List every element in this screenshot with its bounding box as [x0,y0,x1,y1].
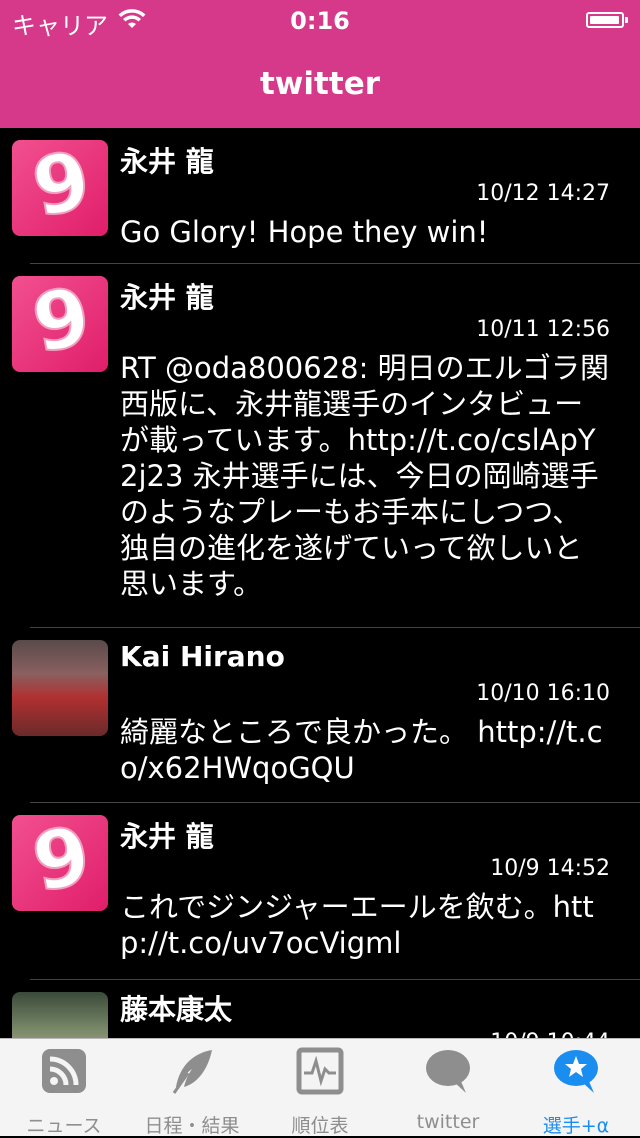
tab-label: 日程・結果 [144,1115,240,1137]
tab-label: 選手+α [542,1115,610,1137]
ryo-9-icon: 9 [12,815,108,911]
player-photo [12,992,108,1038]
tab-label: ニュース [26,1115,102,1137]
divider [30,627,640,628]
tweet-text: Go Glory! Hope they win! [120,215,489,249]
star-bubble-icon [552,1047,600,1095]
tweet-author: Kai Hirano [120,640,285,673]
tweet-date: 10/9 10:44 [490,1030,610,1038]
svg-text:9: 9 [26,140,97,235]
tab-schedule[interactable]: 日程・結果 [128,1039,256,1137]
tweet-author: 永井 龍 [120,281,214,314]
tab-label: 順位表 [291,1115,349,1137]
rss-icon [40,1047,88,1095]
svg-text:9: 9 [26,276,97,371]
status-bar: キャリア 0:16 [0,0,640,40]
clock: 0:16 [290,7,350,35]
tweet-date: 10/12 14:27 [476,181,610,206]
tab-standings[interactable]: 順位表 [256,1039,384,1137]
tweet-date: 10/9 14:52 [490,856,610,881]
svg-text:9: 9 [26,815,97,910]
page-title: twitter [259,66,381,102]
tab-label: twitter [416,1111,480,1133]
ryo-9-icon: 9 [12,276,108,372]
tab-bar: ニュース 日程・結果 順位表 twitter 選手+α [0,1038,640,1137]
speech-bubble-icon [424,1047,472,1095]
tab-news[interactable]: ニュース [0,1039,128,1137]
divider [30,263,640,264]
tweet-date: 10/11 12:56 [476,317,610,342]
navigation-bar: twitter [0,40,640,128]
tweet-author: 藤本康太 [120,993,233,1026]
team-photo [12,640,108,736]
tweet-list[interactable]: 9 永井 龍 10/12 14:27 Go Glory! Hope they w… [0,128,640,1038]
divider [30,802,640,803]
tweet-text: 綺麗なところで良かった。 http://t.co/x62HWqoGQU [120,715,603,785]
tab-players[interactable]: 選手+α [512,1039,640,1137]
tweet-author: 永井 龍 [120,820,214,853]
tweet-author: 永井 龍 [120,145,214,178]
divider [30,979,640,980]
tab-twitter[interactable]: twitter [384,1039,512,1137]
tweet-date: 10/10 16:10 [476,681,610,706]
feather-icon [168,1047,216,1095]
ryo-9-icon: 9 [12,140,108,236]
battery-icon [586,12,628,28]
tweet-text: RT @oda800628: 明日のエルゴラ関西版に、永井龍選手のインタビューが… [120,351,610,601]
tweet-text: これでジンジャーエールを飲む。http://t.co/uv7ocVigml [120,890,594,960]
pulse-chart-icon [296,1047,344,1095]
